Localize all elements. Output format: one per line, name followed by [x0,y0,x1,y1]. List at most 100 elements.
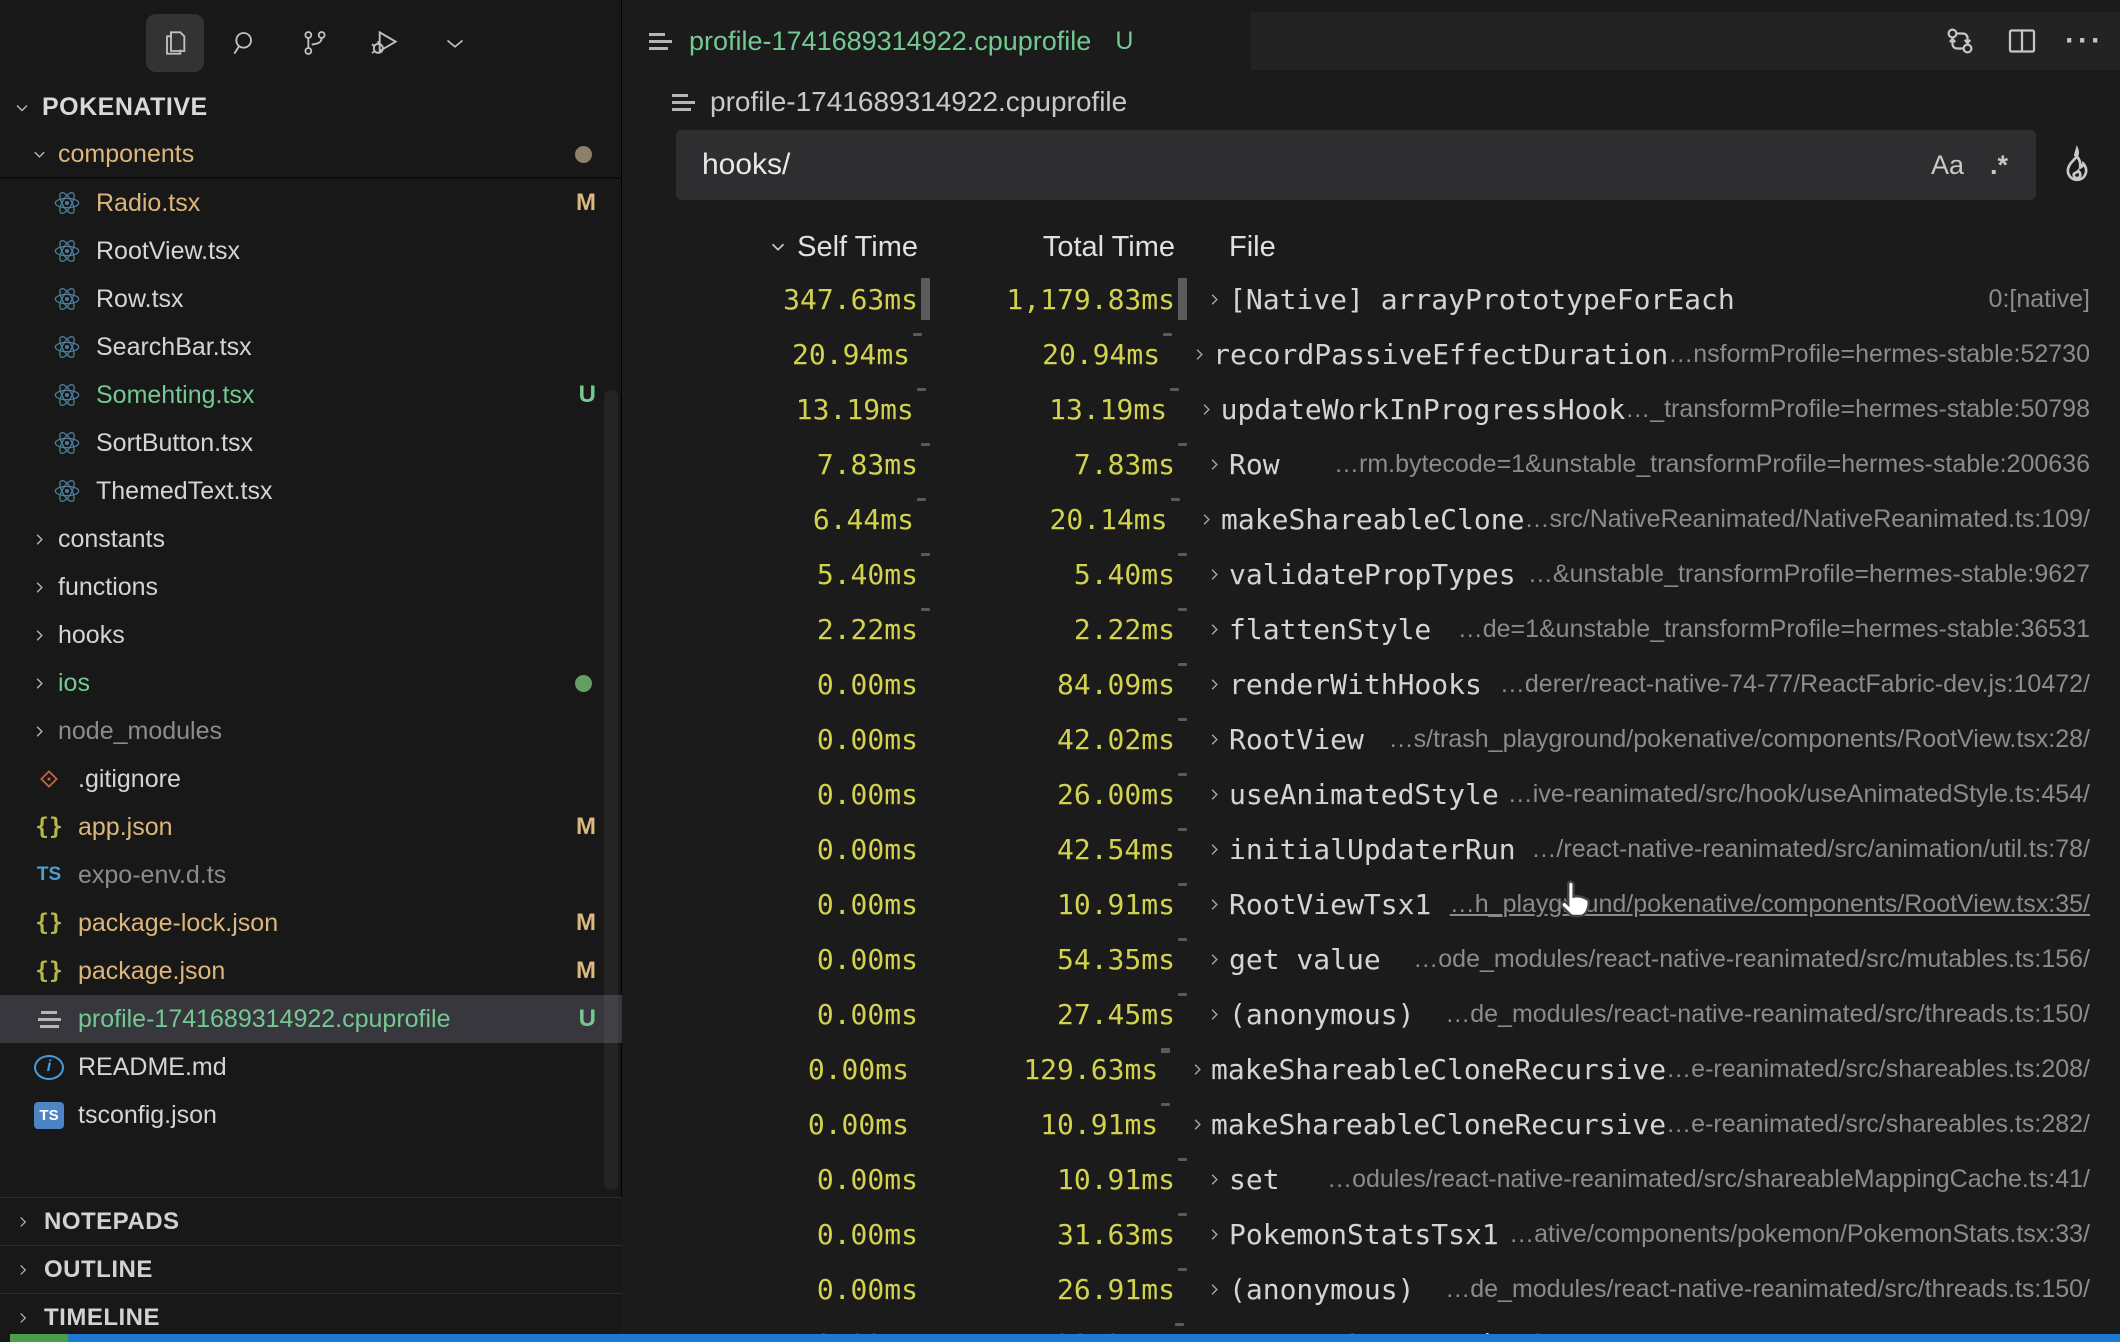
profile-row[interactable]: 347.63ms1,179.83ms[Native] arrayPrototyp… [623,272,2120,327]
match-case-toggle[interactable]: Aa [1931,150,1964,181]
explorer-item-sortbutton-tsx[interactable]: SortButton.tsx [0,419,622,467]
explorer-item-hooks[interactable]: hooks [0,611,622,659]
profile-row[interactable]: 0.00ms27.45ms(anonymous)…de_modules/reac… [623,987,2120,1042]
explorer-item-constants[interactable]: constants [0,515,622,563]
file-location-link[interactable]: …de_modules/react-native-reanimated/src/… [1445,1275,2120,1304]
chevron-right-icon[interactable] [1205,620,1229,639]
chevron-right-icon[interactable] [1205,1280,1229,1299]
source-control-icon[interactable] [286,14,344,72]
chevron-right-icon[interactable] [1197,510,1221,529]
run-debug-icon[interactable] [356,14,414,72]
profile-row[interactable]: 6.44ms20.14msmakeShareableClone…src/Nati… [623,492,2120,547]
chevron-right-icon[interactable] [1205,730,1229,749]
explorer-item-tsconfig-json[interactable]: TStsconfig.json [0,1091,622,1139]
chevron-right-icon[interactable] [1197,400,1221,419]
explorer-item-components[interactable]: components [0,131,622,179]
chevron-right-icon[interactable] [1205,950,1229,969]
profile-row[interactable]: 0.00ms10.91msRootViewTsx1…h_playground/p… [623,877,2120,932]
file-location-link[interactable]: …e-reanimated/src/shareables.ts:282/ [1666,1110,2120,1139]
explorer-item-somehting-tsx[interactable]: Somehting.tsxU [0,371,622,419]
profile-row[interactable]: 0.00ms129.63msmakeShareableCloneRecursiv… [623,1042,2120,1097]
file-location-link[interactable]: …h_playground/pokenative/components/Root… [1450,890,2120,919]
swap-view-icon[interactable] [1941,22,1979,60]
chevron-right-icon[interactable] [1205,675,1229,694]
explorer-item-profile-1741689314922-cpuprofile[interactable]: profile-1741689314922.cpuprofileU [0,995,622,1043]
profile-row[interactable]: 0.00ms10.91msmakeShareableCloneRecursive… [623,1097,2120,1152]
more-views-chevron-icon[interactable] [426,14,484,72]
chevron-right-icon[interactable] [1205,840,1229,859]
chevron-right-icon[interactable] [1188,1060,1211,1079]
explorer-item-expo-env-d-ts[interactable]: TSexpo-env.d.ts [0,851,622,899]
flame-graph-icon[interactable] [2050,138,2104,192]
self-time-header[interactable]: Self Time [623,231,918,264]
explorer-item-row-tsx[interactable]: Row.tsx [0,275,622,323]
total-time-header[interactable]: Total Time [932,231,1175,264]
file-location-link[interactable]: …ode_modules/react-native-reanimated/src… [1413,945,2120,974]
sidebar-scrollbar[interactable] [604,390,618,1190]
split-editor-icon[interactable] [2003,22,2041,60]
file-location-link[interactable]: …e-reanimated/src/shareables.ts:208/ [1666,1055,2120,1084]
chevron-right-icon[interactable] [1205,1225,1229,1244]
file-header[interactable]: File [1205,231,1276,264]
explorer-item-functions[interactable]: functions [0,563,622,611]
file-location-link[interactable]: 0:[native] [1989,285,2120,314]
file-location-link[interactable]: …rm.bytecode=1&unstable_transformProfile… [1334,450,2120,479]
file-location-link[interactable]: …ative/components/pokemon/PokemonStats.t… [1509,1220,2120,1249]
explorer-item-app-json[interactable]: {}app.jsonM [0,803,622,851]
tab-cpuprofile[interactable]: profile-1741689314922.cpuprofile U [623,12,1251,70]
profile-row[interactable]: 0.00ms26.91ms(anonymous)…de_modules/reac… [623,1262,2120,1317]
section-outline[interactable]: OUTLINE [0,1245,622,1293]
explorer-item-package-json[interactable]: {}package.jsonM [0,947,622,995]
profile-row[interactable]: 5.40ms5.40msvalidatePropTypes…&unstable_… [623,547,2120,602]
profile-row[interactable]: 0.00ms31.63msPokemonStatsTsx1…ative/comp… [623,1207,2120,1262]
section-notepads[interactable]: NOTEPADS [0,1197,622,1245]
profile-row[interactable]: 0.00ms84.09msrenderWithHooks…derer/react… [623,657,2120,712]
profile-row[interactable]: 0.00ms42.02msRootView…s/trash_playground… [623,712,2120,767]
profile-filter-input[interactable]: hooks/ Aa .* [676,130,2036,200]
file-location-link[interactable]: …ive-reanimated/src/hook/useAnimatedStyl… [1508,780,2120,809]
explorer-root[interactable]: POKENATIVE [0,84,621,131]
profile-row[interactable]: 7.83ms7.83msRow…rm.bytecode=1&unstable_t… [623,437,2120,492]
file-location-link[interactable]: …&unstable_transformProfile=hermes-stabl… [1528,560,2120,589]
file-location-link[interactable]: …_transformProfile=hermes-stable:50798 [1625,395,2120,424]
chevron-right-icon[interactable] [1188,1115,1211,1134]
explorer-item-searchbar-tsx[interactable]: SearchBar.tsx [0,323,622,371]
explorer-item-readme-md[interactable]: iREADME.md [0,1043,622,1091]
explorer-item--gitignore[interactable]: .gitignore [0,755,622,803]
chevron-right-icon[interactable] [1205,785,1229,804]
profile-row[interactable]: 0.00ms10.91msset…odules/react-native-rea… [623,1152,2120,1207]
chevron-right-icon[interactable] [1205,1005,1229,1024]
explorer-item-rootview-tsx[interactable]: RootView.tsx [0,227,622,275]
explorer-item-package-lock-json[interactable]: {}package-lock.jsonM [0,899,622,947]
chevron-right-icon[interactable] [1205,565,1229,584]
chevron-right-icon[interactable] [1190,345,1213,364]
file-location-link[interactable]: …de_modules/react-native-reanimated/src/… [1445,1000,2120,1029]
file-location-link[interactable]: …de=1&unstable_transformProfile=hermes-s… [1458,615,2120,644]
section-label: OUTLINE [44,1256,153,1284]
more-actions-icon[interactable]: ··· [2065,24,2104,58]
profile-row[interactable]: 0.00ms42.54msinitialUpdaterRun…/react-na… [623,822,2120,877]
file-location-link[interactable]: …nsformProfile=hermes-stable:52730 [1668,340,2120,369]
search-icon[interactable] [216,14,274,72]
file-location-link[interactable]: …src/NativeReanimated/NativeReanimated.t… [1524,505,2120,534]
explorer-item-ios[interactable]: ios [0,659,622,707]
explorer-item-node-modules[interactable]: node_modules [0,707,622,755]
profile-row[interactable]: 2.22ms2.22msflattenStyle…de=1&unstable_t… [623,602,2120,657]
chevron-right-icon[interactable] [1205,895,1229,914]
regex-toggle[interactable]: .* [1990,150,2008,181]
file-location-link[interactable]: …/react-native-reanimated/src/animation/… [1531,835,2120,864]
profile-row[interactable]: 13.19ms13.19msupdateWorkInProgressHook…_… [623,382,2120,437]
explorer-icon[interactable] [146,14,204,72]
profile-row[interactable]: 0.00ms54.35msget value…ode_modules/react… [623,932,2120,987]
chevron-right-icon[interactable] [1205,1170,1229,1189]
explorer-item-radio-tsx[interactable]: Radio.tsxM [0,179,622,227]
chevron-right-icon[interactable] [1205,455,1229,474]
file-location-link[interactable]: …s/trash_playground/pokenative/component… [1389,725,2120,754]
explorer-item-themedtext-tsx[interactable]: ThemedText.tsx [0,467,622,515]
file-location-link[interactable]: …odules/react-native-reanimated/src/shar… [1327,1165,2120,1194]
file-location-link[interactable]: …derer/react-native-74-77/ReactFabric-de… [1500,670,2120,699]
item-label: profile-1741689314922.cpuprofile [78,1005,451,1034]
profile-row[interactable]: 20.94ms20.94msrecordPassiveEffectDuratio… [623,327,2120,382]
chevron-right-icon[interactable] [1205,290,1229,309]
profile-row[interactable]: 0.00ms26.00msuseAnimatedStyle…ive-reanim… [623,767,2120,822]
